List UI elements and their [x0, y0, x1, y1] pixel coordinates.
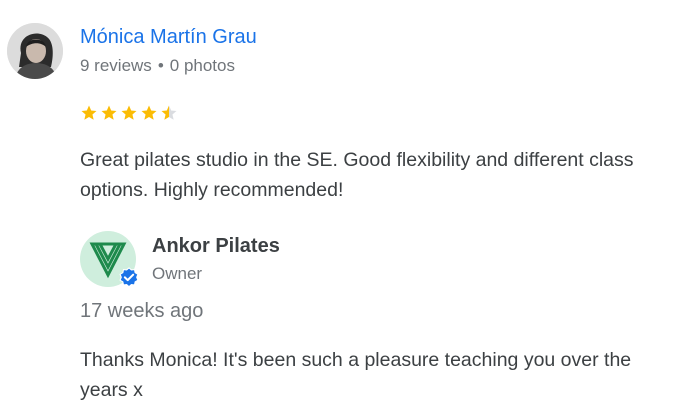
- owner-name: Ankor Pilates: [152, 235, 280, 257]
- reviewer-name-link[interactable]: Mónica Martín Grau: [80, 26, 257, 49]
- profile-photo-icon: [7, 23, 63, 79]
- star-rating: [80, 104, 178, 122]
- meta-separator: •: [157, 56, 164, 75]
- verified-check-icon: [119, 267, 139, 288]
- photo-count: 0 photos: [169, 56, 235, 75]
- review-text: Great pilates studio in the SE. Good fle…: [80, 149, 634, 201]
- review-count: 9 reviews: [80, 56, 152, 75]
- reply-timestamp: 17 weeks ago: [80, 300, 204, 322]
- review-card: Mónica Martín Grau 9 reviews • 0 photos Gr…: [0, 0, 688, 418]
- owner-role: Owner: [152, 264, 203, 283]
- owner-reply-text: Thanks Monica! It's been such a pleasure…: [80, 349, 632, 401]
- reviewer-avatar[interactable]: [7, 23, 63, 79]
- reviewer-meta: 9 reviews • 0 photos: [80, 56, 235, 76]
- star-full-icon: [81, 105, 97, 120]
- star-full-icon: [121, 105, 137, 120]
- star-full-icon: [141, 105, 157, 120]
- star-full-icon: [101, 105, 117, 120]
- owner-avatar[interactable]: [80, 231, 139, 288]
- star-half-icon: [161, 105, 177, 120]
